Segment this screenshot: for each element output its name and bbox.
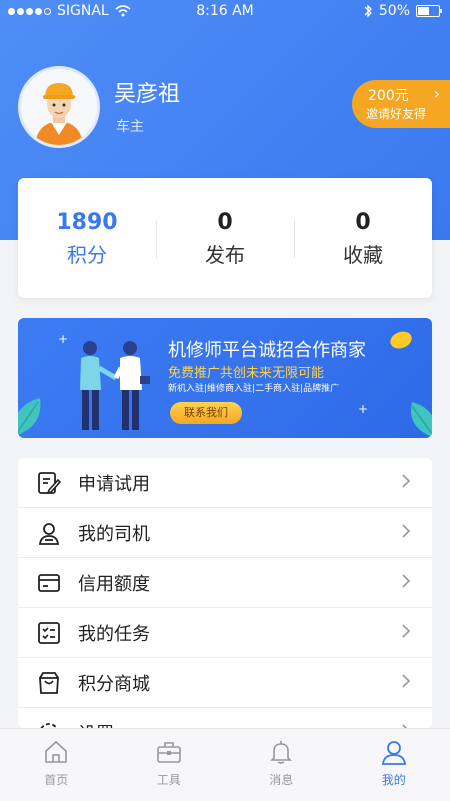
menu-item-label: 我的任务 bbox=[78, 620, 150, 646]
contact-us-button[interactable]: 联系我们 bbox=[170, 402, 242, 424]
avatar[interactable] bbox=[18, 66, 100, 148]
tab-label: 消息 bbox=[225, 771, 338, 788]
stat-posts[interactable]: 0 发布 bbox=[156, 178, 294, 298]
tab-bar: 首页 工具 消息 我的 bbox=[0, 728, 450, 801]
stat-label: 收藏 bbox=[294, 239, 432, 268]
menu-item-label: 申请试用 bbox=[78, 470, 150, 496]
chevron-right-icon bbox=[398, 673, 414, 689]
chevron-right-icon bbox=[398, 473, 414, 489]
tab-home[interactable]: 首页 bbox=[0, 729, 113, 801]
card-icon bbox=[36, 570, 62, 596]
stat-label: 积分 bbox=[18, 239, 156, 268]
menu-item-label: 我的司机 bbox=[78, 520, 150, 546]
menu-item-points-mall[interactable]: 积分商城 bbox=[18, 658, 432, 708]
shopping-bag-icon bbox=[36, 670, 62, 696]
menu-item-label: 设置 bbox=[78, 720, 114, 729]
bluetooth-icon bbox=[363, 4, 373, 18]
user-name: 吴彦祖 bbox=[114, 76, 180, 108]
banner-subtitle: 免费推广共创未来无限可能 bbox=[168, 362, 324, 381]
stat-favorites[interactable]: 0 收藏 bbox=[294, 178, 432, 298]
chevron-right-icon: › bbox=[434, 84, 440, 103]
menu-item-credit-limit[interactable]: 信用额度 bbox=[18, 558, 432, 608]
status-bar: SIGNAL 8:16 AM 50% bbox=[0, 0, 450, 24]
sparkle-icon: + bbox=[58, 332, 68, 346]
stat-label: 发布 bbox=[156, 239, 294, 268]
chevron-right-icon bbox=[398, 623, 414, 639]
stat-value: 1890 bbox=[18, 210, 156, 235]
invite-desc: 邀请好友得 bbox=[366, 105, 426, 122]
coin-icon bbox=[388, 329, 414, 352]
banner-tags: 新机入驻|维修商入驻|二手商入驻|品牌推广 bbox=[168, 381, 339, 394]
driver-icon bbox=[36, 520, 62, 546]
partner-banner[interactable]: + + 机修师平台诚招合作商家 免费推广共创未来无限可能 新机入驻|维修商入驻|… bbox=[18, 318, 432, 438]
menu-item-label: 信用额度 bbox=[78, 570, 150, 596]
home-icon bbox=[43, 739, 69, 765]
battery-icon bbox=[416, 5, 440, 17]
sparkle-icon: + bbox=[358, 402, 368, 416]
chevron-right-icon bbox=[398, 523, 414, 539]
menu-list: 申请试用 我的司机 信用额度 我的任务 积分商城 设置 bbox=[18, 458, 432, 728]
edit-icon bbox=[36, 470, 62, 496]
stats-card: 1890 积分 0 发布 0 收藏 bbox=[18, 178, 432, 298]
worker-avatar-icon bbox=[21, 69, 97, 145]
invite-amount: 200元 bbox=[368, 85, 409, 105]
tab-label: 我的 bbox=[338, 771, 450, 788]
leaf-decoration-icon bbox=[400, 398, 432, 438]
tab-tools[interactable]: 工具 bbox=[113, 729, 226, 801]
leaf-decoration-icon bbox=[18, 396, 50, 436]
menu-item-my-tasks[interactable]: 我的任务 bbox=[18, 608, 432, 658]
handshake-illustration bbox=[68, 328, 168, 438]
menu-item-my-drivers[interactable]: 我的司机 bbox=[18, 508, 432, 558]
tab-label: 首页 bbox=[0, 771, 113, 788]
tab-label: 工具 bbox=[113, 771, 226, 788]
gear-icon bbox=[36, 720, 62, 729]
battery-percent: 50% bbox=[379, 3, 410, 19]
stat-points[interactable]: 1890 积分 bbox=[18, 178, 156, 298]
menu-item-label: 积分商城 bbox=[78, 670, 150, 696]
bell-icon bbox=[268, 739, 294, 765]
stat-value: 0 bbox=[156, 210, 294, 235]
tasks-icon bbox=[36, 620, 62, 646]
stat-value: 0 bbox=[294, 210, 432, 235]
menu-item-settings[interactable]: 设置 bbox=[18, 708, 432, 728]
user-role: 车主 bbox=[116, 116, 144, 136]
menu-item-apply-trial[interactable]: 申请试用 bbox=[18, 458, 432, 508]
tab-messages[interactable]: 消息 bbox=[225, 729, 338, 801]
banner-title: 机修师平台诚招合作商家 bbox=[168, 336, 366, 362]
chevron-right-icon bbox=[398, 573, 414, 589]
toolbox-icon bbox=[156, 739, 182, 765]
user-icon bbox=[381, 739, 407, 765]
tab-mine[interactable]: 我的 bbox=[338, 729, 450, 801]
invite-friends-button[interactable]: 200元 › 邀请好友得 bbox=[352, 80, 450, 128]
